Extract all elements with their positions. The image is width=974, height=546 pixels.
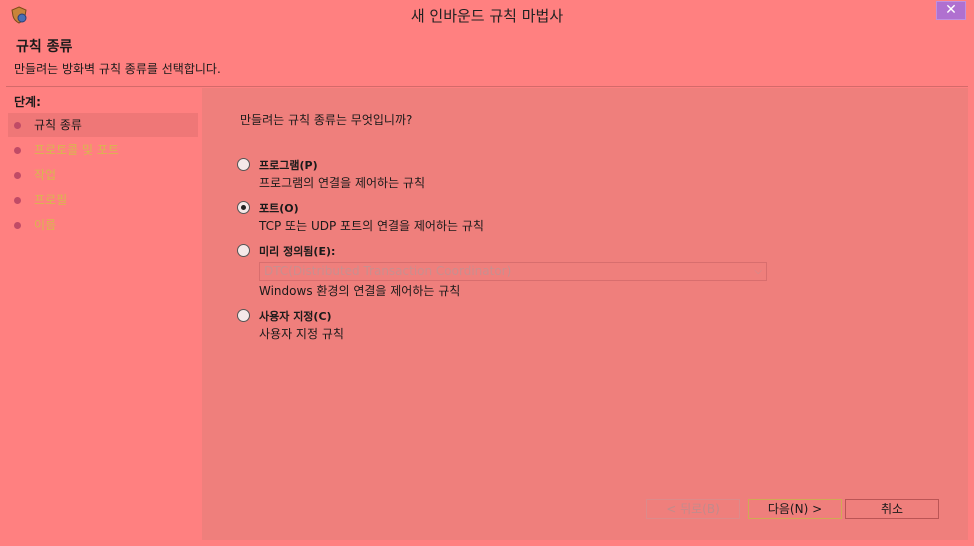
step-label: 프로토콜 및 포트 <box>34 143 119 157</box>
title-bar: 새 인바운드 규칙 마법사 ✕ <box>0 0 974 31</box>
radio-predefined[interactable] <box>237 244 250 257</box>
option-title: 미리 정의됨(E): <box>259 245 336 258</box>
option-title: 프로그램(P) <box>259 159 318 172</box>
page-description: 만들려는 방화벽 규칙 종류를 선택합니다. <box>14 62 221 76</box>
radio-port[interactable] <box>237 201 250 214</box>
predefined-select[interactable]: DTC(Distributed Transaction Coordinator)… <box>259 262 767 281</box>
predefined-description: Windows 환경의 연결을 제어하는 규칙 <box>259 284 461 298</box>
close-icon: ✕ <box>945 2 957 18</box>
next-button[interactable]: 다음(N) > <box>748 499 842 519</box>
step-label: 프로필 <box>34 193 68 207</box>
predefined-select-value: DTC(Distributed Transaction Coordinator) <box>264 264 512 278</box>
chevron-down-icon: ⌵ <box>754 266 762 277</box>
radio-custom[interactable] <box>237 309 250 322</box>
main-content: 만들려는 규칙 종류는 무엇입니까? 프로그램(P) 프로그램의 연결을 제어하… <box>202 88 968 540</box>
option-title: 사용자 지정(C) <box>259 310 332 323</box>
step-bullet-icon <box>14 172 21 179</box>
window-title: 새 인바운드 규칙 마법사 <box>410 7 564 25</box>
steps-label: 단계: <box>14 95 41 109</box>
step-label: 작업 <box>34 168 57 182</box>
back-button[interactable]: < 뒤로(B) <box>646 499 740 519</box>
question-text: 만들려는 규칙 종류는 무엇입니까? <box>240 113 413 127</box>
page-title: 규칙 종류 <box>16 39 73 55</box>
step-label: 이름 <box>34 218 57 232</box>
close-button[interactable]: ✕ <box>936 1 966 20</box>
step-bullet-icon <box>14 147 21 154</box>
step-bullet-icon <box>14 122 21 129</box>
step-label: 규칙 종류 <box>34 118 82 132</box>
step-action[interactable]: 작업 <box>8 163 198 187</box>
page-header: 규칙 종류 만들려는 방화벽 규칙 종류를 선택합니다. <box>6 31 968 87</box>
radio-program[interactable] <box>237 158 250 171</box>
steps-panel: 단계: 규칙 종류 프로토콜 및 포트 작업 프로필 이름 <box>6 88 199 540</box>
option-title: 포트(O) <box>259 202 299 215</box>
option-description: TCP 또는 UDP 포트의 연결을 제어하는 규칙 <box>259 219 484 233</box>
cancel-button[interactable]: 취소 <box>845 499 939 519</box>
option-description: 사용자 지정 규칙 <box>259 327 344 341</box>
wizard-window: 새 인바운드 규칙 마법사 ✕ 규칙 종류 만들려는 방화벽 규칙 종류를 선택… <box>0 0 974 546</box>
step-bullet-icon <box>14 222 21 229</box>
step-profile[interactable]: 프로필 <box>8 188 198 212</box>
step-name[interactable]: 이름 <box>8 213 198 237</box>
step-protocol-ports[interactable]: 프로토콜 및 포트 <box>8 138 198 162</box>
step-rule-type[interactable]: 규칙 종류 <box>8 113 198 137</box>
step-bullet-icon <box>14 197 21 204</box>
option-description: 프로그램의 연결을 제어하는 규칙 <box>259 176 426 190</box>
